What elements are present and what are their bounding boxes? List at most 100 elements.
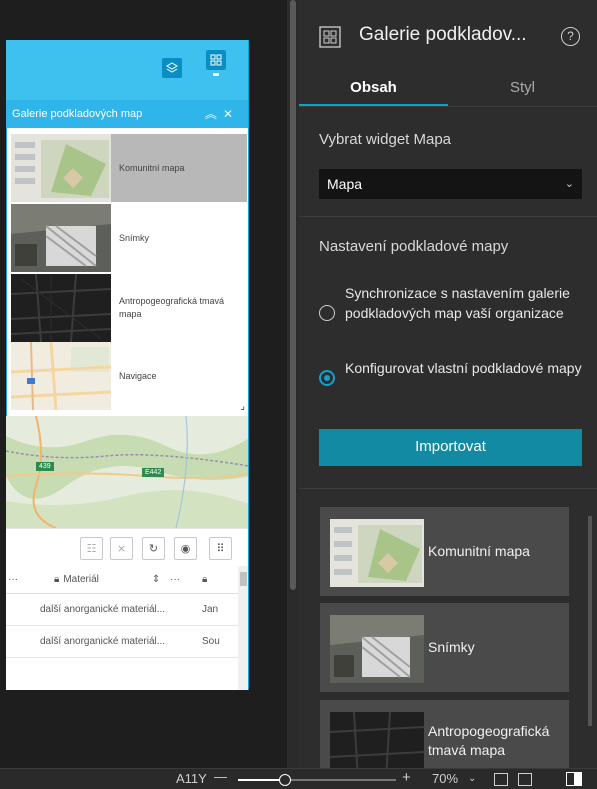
accessibility-label[interactable]: A11Y <box>176 771 207 786</box>
gallery-item-label: Snímky <box>119 232 150 243</box>
zoom-slider-handle[interactable] <box>279 774 292 786</box>
resize-handle[interactable]: ⌟ <box>240 401 245 412</box>
cell-next: Sou <box>202 636 220 647</box>
refresh-icon: ↻ <box>148 543 159 555</box>
import-button[interactable]: Importovat <box>319 429 582 466</box>
status-bar: A11Y — + 70% ⌄ <box>0 768 597 789</box>
gallery-item-navigation[interactable]: Navigace <box>11 342 247 410</box>
chevron-down-icon[interactable]: ⌄ <box>468 773 476 784</box>
table-scrollbar[interactable] <box>238 566 248 690</box>
table-row[interactable]: další anorganické materiál... Sou <box>6 626 238 658</box>
map-graphic <box>6 416 248 528</box>
card-label: Antropogeografická tmavá mapa <box>428 723 550 758</box>
sort-icon[interactable]: ⇕ <box>152 566 162 593</box>
gallery-item-imagery[interactable]: Snímky <box>11 204 247 272</box>
select-map-widget-label: Vybrat widget Mapa <box>319 131 452 148</box>
show-selection-button[interactable]: ☷ <box>80 537 103 560</box>
community-thumbnail <box>330 519 424 587</box>
design-canvas: Galerie podkladových map ︽✕ Komunitní ma… <box>0 0 287 768</box>
table-header: ··· 🔒︎ Materiál ⇕ ··· 🔒︎ <box>6 566 238 594</box>
column-menu[interactable]: ··· <box>8 566 28 593</box>
gallery-item-dark-gray[interactable]: Antropogeografická tmavá mapa <box>11 274 247 342</box>
lock-icon: 🔒︎ <box>202 574 208 585</box>
column-menu[interactable]: ··· <box>170 566 190 593</box>
basemap-card-dark-gray[interactable]: Antropogeografická tmavá mapa <box>320 700 569 768</box>
radio-sync-org[interactable]: Synchronizace s nastavením galerie podkl… <box>319 283 589 345</box>
settings-panel: Galerie podkladov... ? Obsah Styl Vybrat… <box>299 0 597 768</box>
layers-icon <box>166 62 178 73</box>
fit-width-icon[interactable] <box>518 773 532 786</box>
fit-to-window-icon[interactable] <box>494 773 508 786</box>
active-indicator <box>213 73 219 76</box>
gallery-header: Galerie podkladových map ︽✕ <box>6 100 248 128</box>
lock-icon: 🔒︎ <box>54 574 60 585</box>
scroll-thumb[interactable] <box>290 0 296 590</box>
panel-header: Galerie podkladov... ? <box>299 0 597 74</box>
map-widget-select[interactable]: Mapa ⌄ <box>319 169 582 199</box>
divider <box>299 488 597 489</box>
card-label: Snímky <box>428 639 475 655</box>
table-toolbar: ☷ ⨯ ↻ ◉ ⠿ <box>6 528 248 566</box>
radio-label: Synchronizace s nastavením galerie podkl… <box>345 285 570 321</box>
basemap-card-community[interactable]: Komunitní mapa <box>320 507 569 596</box>
gallery-item-community[interactable]: Komunitní mapa <box>11 134 247 202</box>
cell-material: další anorganické materiál... <box>40 636 166 647</box>
map-view[interactable]: 439 E442 <box>6 416 248 528</box>
community-thumbnail <box>11 134 111 202</box>
grid-icon: ⠿ <box>216 543 225 555</box>
imagery-thumbnail <box>11 204 111 272</box>
table-row[interactable]: další anorganické materiál... Jan <box>6 594 238 626</box>
close-icon[interactable]: ✕ <box>223 107 239 121</box>
card-label: Komunitní mapa <box>428 543 530 559</box>
basemap-card-imagery[interactable]: Snímky <box>320 603 569 692</box>
basemap-gallery-button[interactable] <box>206 50 226 70</box>
dark-gray-thumbnail <box>330 712 424 768</box>
clear-selection-icon: ⨯ <box>116 543 127 555</box>
column-header-material[interactable]: 🔒︎ Materiál <box>54 566 144 593</box>
tab-style[interactable]: Styl <box>448 74 597 106</box>
radio-button-checked[interactable] <box>319 370 335 386</box>
imagery-thumbnail <box>330 615 424 683</box>
cell-material: další anorganické materiál... <box>40 604 166 615</box>
canvas-scrollbar[interactable] <box>287 0 299 768</box>
list-check-icon: ☷ <box>86 543 97 555</box>
show-hide-columns-button[interactable]: ◉ <box>174 537 197 560</box>
scroll-thumb[interactable] <box>588 516 592 726</box>
tab-content[interactable]: Obsah <box>299 74 448 106</box>
gallery-item-label: Antropogeografická tmavá mapa <box>119 296 225 319</box>
layers-button[interactable] <box>162 58 182 78</box>
attribute-table: ··· 🔒︎ Materiál ⇕ ··· 🔒︎ další anorganick… <box>6 566 248 690</box>
cell-next: Jan <box>202 604 219 615</box>
radio-button[interactable] <box>319 305 335 321</box>
refresh-button[interactable]: ↻ <box>142 537 165 560</box>
chevron-down-icon: ⌄ <box>564 178 574 190</box>
dark-gray-thumbnail <box>11 274 111 342</box>
panel-title: Galerie podkladov... <box>359 24 527 45</box>
clear-selection-button[interactable]: ⨯ <box>110 537 133 560</box>
zoom-slider[interactable] <box>238 774 396 786</box>
column-title: Materiál <box>63 574 99 585</box>
toggle-panel-icon[interactable] <box>566 772 582 786</box>
zoom-out-button[interactable]: — <box>214 769 227 784</box>
gallery-item-label: Komunitní mapa <box>119 162 185 173</box>
road-badge: E442 <box>142 468 165 477</box>
panel-tabs: Obsah Styl <box>299 74 597 106</box>
app-preview: Galerie podkladových map ︽✕ Komunitní ma… <box>6 40 249 690</box>
gallery-title: Galerie podkladových map <box>12 108 143 120</box>
divider <box>299 216 597 217</box>
scroll-thumb[interactable] <box>240 572 247 586</box>
divider <box>299 106 597 107</box>
panel-scrollbar[interactable] <box>583 488 597 753</box>
widget-grid-icon <box>319 26 341 48</box>
grid-icon <box>210 54 222 66</box>
radio-custom[interactable]: Konfigurovat vlastní podkladové mapy <box>319 358 589 400</box>
zoom-in-button[interactable]: + <box>402 769 411 786</box>
app-header <box>6 40 248 100</box>
collapse-icon[interactable]: ︽ <box>205 107 223 121</box>
zoom-slider-fill <box>238 779 286 781</box>
help-icon[interactable]: ? <box>561 27 580 46</box>
zoom-level[interactable]: 70% <box>432 771 458 786</box>
more-actions-button[interactable]: ⠿ <box>209 537 232 560</box>
radio-label: Konfigurovat vlastní podkladové mapy <box>345 360 582 376</box>
select-value: Mapa <box>327 176 363 192</box>
